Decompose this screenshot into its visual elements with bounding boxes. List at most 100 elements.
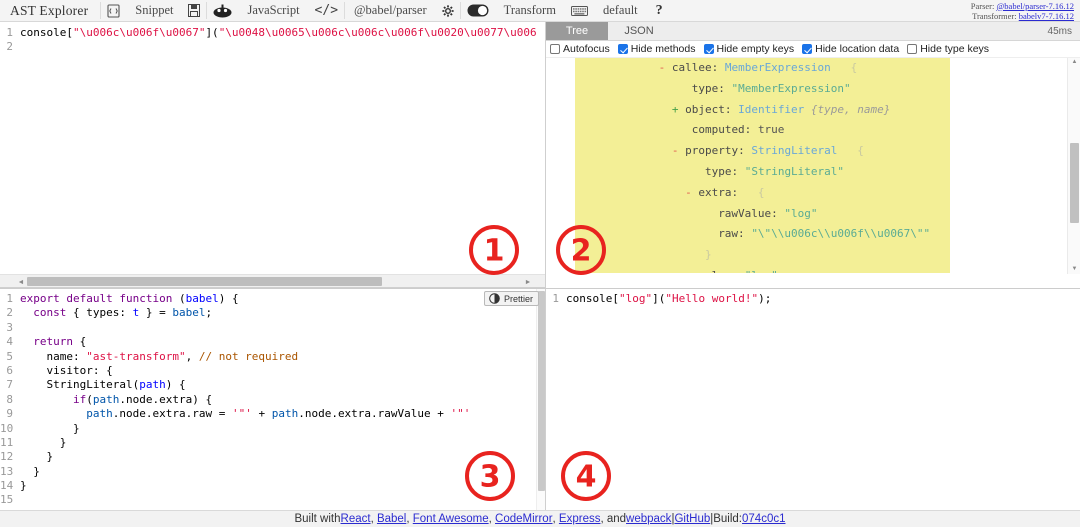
ast-tree-row[interactable]: value: "log" [546,266,1080,273]
horizontal-scroll-thumb[interactable] [27,277,382,286]
prettier-button[interactable]: Prettier [483,291,539,306]
code-token: if [72,392,87,406]
transform-selector[interactable]: Transform [495,0,565,21]
transform-code-lines[interactable]: 1 export default function (babel) {2 cons… [0,289,545,508]
transform-editor-vertical-scrollbar[interactable] [536,289,545,510]
tab-tree[interactable]: Tree [546,22,608,40]
transformer-version-row: Transformer: babelv7-7.16.12 [972,11,1074,21]
checkbox-icon[interactable] [617,44,628,54]
source-code-lines[interactable]: 1 console["\u006c\u006f\u0067"]("\u0048\u… [0,22,545,55]
default-preset-selector[interactable]: default [594,0,647,21]
ast-tree-row[interactable]: - extra: { [546,183,1080,204]
code-token: function [119,292,179,305]
footer-link-webpack[interactable]: webpack [626,513,671,525]
source-code-editor[interactable]: 1 console["\u006c\u006f\u0067"]("\u0048\u… [0,22,545,274]
code-line: 5 name: "ast-transform", // not required [0,350,545,364]
ast-token: {type, name} [804,102,891,116]
checkbox-icon[interactable] [802,44,813,54]
code-token: ) { [165,378,186,392]
ast-options-row: Autofocus Hide methods Hide empty keys Hide… [546,41,1080,58]
top-toolbar: AST Explorer Snippet JavaScript </> @bab… [0,0,1080,22]
floppy-disk-icon[interactable] [182,0,206,21]
version-info: Parser: @babel/parser-7.16.12 Transforme… [971,0,1080,21]
line-number: 5 [6,349,13,363]
ast-tree-row[interactable]: type: "StringLiteral" [546,162,1080,183]
output-code-lines[interactable]: 1 console["log"]("Hello world!"); [546,289,1080,306]
transform-code-editor[interactable]: Prettier 1 export default function (babel… [0,288,545,510]
checkbox-icon[interactable] [550,44,560,54]
transform-output-panel[interactable]: 1 console["log"]("Hello world!"); [546,288,1080,510]
ast-tree-row[interactable]: type: "MemberExpression" [546,79,1080,100]
collapse-toggle-icon[interactable]: - [685,186,698,199]
book-code-icon[interactable] [101,0,126,21]
ast-tree-view[interactable]: - callee: MemberExpression { type: "Memb… [546,58,1080,273]
ast-option-hide-location-data[interactable]: Hide location data [802,43,899,55]
ast-option-autofocus[interactable]: Autofocus [550,43,610,55]
checkbox-icon[interactable] [703,44,714,54]
checkbox-icon[interactable] [907,44,918,54]
ast-tree-row[interactable]: computed: true [546,120,1080,141]
ast-token: object: [685,102,739,116]
transformer-version-link[interactable]: babelv7-7.16.12 [1019,11,1074,21]
source-editor-horizontal-scrollbar[interactable]: ◄ ► [0,274,545,288]
footer-build-hash[interactable]: 074c0c1 [742,513,785,525]
footer-link-font-awesome[interactable]: Font Awesome [413,513,489,525]
ast-token: "\"\\u006c\\u006f\\u0067\"" [751,227,931,241]
parser-version-link[interactable]: @babel/parser-7.16.12 [996,1,1074,11]
parser-selector[interactable]: @babel/parser [345,0,436,21]
language-selector[interactable]: JavaScript [238,0,308,21]
code-token: const [33,306,73,320]
babel-logo-icon[interactable] [207,0,238,21]
ast-token: callee: [671,61,725,74]
code-line: 2 const { types: t } = babel; [0,306,545,320]
tab-json[interactable]: JSON [608,22,670,40]
collapse-toggle-icon[interactable]: - [659,61,672,74]
code-token: "\u006c\u006f\u0067" [72,26,206,39]
gear-icon[interactable] [436,0,460,21]
ast-tree-row[interactable]: raw: "\"\\u006c\\u006f\\u0067\"" [546,224,1080,245]
code-token: "ast-transform" [86,349,186,363]
ast-tree-rows[interactable]: - callee: MemberExpression { type: "Memb… [546,58,1080,273]
line-number: 11 [0,435,14,449]
transform-scroll-thumb[interactable] [538,291,545,491]
ast-tree-row[interactable]: } [546,245,1080,266]
ast-tree-row[interactable]: - callee: MemberExpression { [546,58,1080,79]
code-token: path [139,378,166,392]
code-token: "\u0048\u0065\u006c\u006c\u006f\u0020\u0… [218,26,537,39]
scroll-right-arrow-icon[interactable]: ► [524,278,532,286]
code-token: console [20,26,67,39]
ast-token: "StringLiteral" [744,164,845,178]
expand-toggle-icon[interactable]: + [672,103,685,116]
code-brackets-icon[interactable]: </> [309,0,344,21]
footer-link-express[interactable]: Express [559,513,601,525]
toggle-switch-icon[interactable] [461,0,495,21]
line-number: 8 [6,392,13,406]
ast-option-hide-empty-keys[interactable]: Hide empty keys [703,43,794,55]
footer-link-babel[interactable]: Babel [377,513,406,525]
footer-link-codemirror[interactable]: CodeMirror [495,513,553,525]
ast-tree-row[interactable]: - property: StringLiteral { [546,141,1080,162]
code-token: // not required [198,349,299,363]
scroll-left-arrow-icon[interactable]: ◄ [17,278,25,286]
ast-tree-row[interactable]: rawValue: "log" [546,204,1080,225]
keyboard-icon[interactable] [565,0,594,21]
footer-link-github[interactable]: GitHub [674,513,710,525]
ast-view-tabs: Tree JSON 45ms [546,22,1080,41]
line-number: 1 [6,26,13,39]
code-token: path [271,407,299,421]
code-line: 6 visitor: { [0,364,545,378]
ast-option-hide-methods[interactable]: Hide methods [617,43,696,55]
ast-option-hide-type-keys[interactable]: Hide type keys [907,43,989,55]
ast-tree-row[interactable]: + object: Identifier {type, name} [546,100,1080,121]
snippet-button[interactable]: Snippet [126,0,182,21]
page-footer: Built with React, Babel, Font Awesome, C… [0,510,1080,527]
footer-link-react[interactable]: React [341,513,371,525]
collapse-toggle-icon[interactable]: - [672,144,685,157]
help-button[interactable]: ? [647,0,672,21]
ast-token: { [751,185,765,199]
ast-token: "log" [745,269,778,273]
